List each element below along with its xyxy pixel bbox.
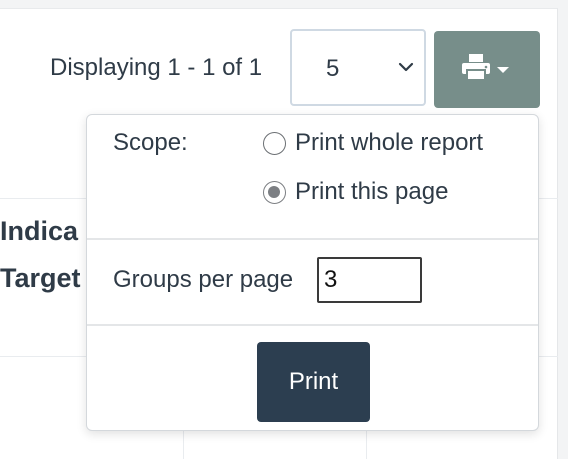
popover-divider (87, 238, 538, 240)
pagination-summary: Displaying 1 - 1 of 1 (50, 54, 263, 81)
scope-option-label: Print whole report (295, 129, 484, 156)
groups-per-page-label: Groups per page (113, 266, 294, 293)
print-options-popover: Scope: Print whole report Print this pag… (86, 114, 539, 431)
scope-option-whole-report[interactable]: Print whole report (263, 129, 483, 157)
scope-option-label: Print this page (295, 178, 449, 205)
caret-down-icon (497, 67, 509, 73)
print-button[interactable]: Print (257, 342, 370, 422)
scope-option-this-page[interactable]: Print this page (263, 178, 448, 206)
scope-label: Scope: (113, 129, 188, 156)
chevron-down-icon (398, 62, 414, 72)
printer-icon (462, 54, 509, 81)
popover-divider (87, 324, 538, 326)
radio-this-page[interactable] (263, 180, 286, 204)
groups-per-page-input[interactable]: 3 (317, 257, 422, 303)
radio-whole-report[interactable] (263, 131, 286, 155)
table-header-target: Target (0, 263, 81, 293)
print-menu-button[interactable] (434, 31, 540, 108)
page-size-select[interactable]: 5 (290, 29, 426, 106)
page-size-value: 5 (326, 55, 340, 82)
table-header-indicator: Indica (0, 216, 79, 246)
